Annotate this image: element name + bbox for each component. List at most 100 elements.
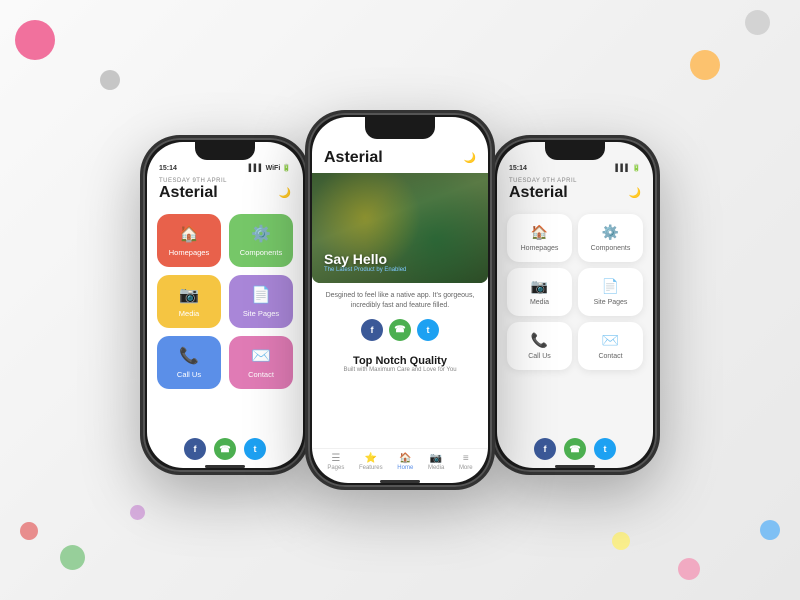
app-title-left: Asterial: [159, 184, 218, 202]
facebook-btn-right[interactable]: f: [534, 438, 556, 460]
callus-label-right: Call Us: [528, 353, 551, 360]
menu-homepages-right[interactable]: 🏠 Homepages: [507, 214, 572, 262]
menu-media-right[interactable]: 📷 Media: [507, 268, 572, 316]
nav-home-icon: 🏠: [399, 453, 411, 464]
status-time-right: 15:14: [509, 165, 527, 172]
battery-icon-right: 🔋: [632, 164, 641, 172]
menu-sitepages[interactable]: 📄 Site Pages: [229, 275, 293, 328]
homepages-label: Homepages: [169, 248, 209, 257]
nav-pages-icon: ☰: [331, 453, 340, 464]
moon-icon-center[interactable]: 🌙: [464, 153, 476, 164]
center-body: Desgined to feel like a native app. It's…: [312, 283, 488, 387]
homepages-icon-right: 🏠: [531, 224, 548, 241]
wifi-icon: WiFi: [266, 165, 281, 172]
twitter-btn-left[interactable]: t: [244, 438, 266, 460]
nav-media[interactable]: 📷 Media: [428, 453, 444, 471]
phone-btn-right[interactable]: ☎: [564, 438, 586, 460]
menu-homepages[interactable]: 🏠 Homepages: [157, 214, 221, 267]
callus-label: Call Us: [177, 370, 201, 379]
title-row-center: Asterial 🌙: [324, 149, 476, 167]
nav-home-label: Home: [397, 465, 413, 471]
moon-icon-right[interactable]: 🌙: [629, 188, 641, 199]
status-icons-left: ▌▌▌ WiFi 🔋: [249, 164, 291, 172]
phone-center: Asterial 🌙 Say Hello The Latest Product …: [305, 110, 495, 490]
nav-features-label: Features: [359, 465, 383, 471]
phone-btn-center[interactable]: ☎: [389, 319, 411, 341]
moon-icon-left[interactable]: 🌙: [279, 188, 291, 199]
phone-right-notch: [545, 142, 605, 160]
top-notch-subtitle: Built with Maximum Care and Love for You: [324, 367, 476, 373]
components-label-right: Components: [591, 245, 631, 252]
phone-center-header: Asterial 🌙: [312, 145, 488, 173]
sitepages-icon: 📄: [251, 285, 271, 305]
menu-contact-right[interactable]: ✉️ Contact: [578, 322, 643, 370]
twitter-btn-right[interactable]: t: [594, 438, 616, 460]
status-icons-right: ▌▌▌ 🔋: [615, 164, 641, 172]
say-hello-subtitle: The Latest Product by Enabled: [324, 267, 406, 273]
facebook-btn-left[interactable]: f: [184, 438, 206, 460]
menu-components[interactable]: ⚙️ Components: [229, 214, 293, 267]
phone-center-screen: Asterial 🌙 Say Hello The Latest Product …: [312, 117, 488, 483]
center-description: Desgined to feel like a native app. It's…: [324, 291, 476, 311]
facebook-btn-center[interactable]: f: [361, 319, 383, 341]
menu-components-right[interactable]: ⚙️ Components: [578, 214, 643, 262]
nav-more[interactable]: ≡ More: [459, 453, 473, 471]
nav-pages-label: Pages: [327, 465, 344, 471]
nav-pages[interactable]: ☰ Pages: [327, 453, 344, 471]
center-social-btns: f ☎ t: [324, 319, 476, 341]
say-hello-title: Say Hello: [324, 251, 406, 267]
app-title-right: Asterial: [509, 184, 568, 202]
menu-grid-left: 🏠 Homepages ⚙️ Components 📷 Media 📄 Site…: [147, 208, 303, 395]
menu-contact[interactable]: ✉️ Contact: [229, 336, 293, 389]
social-bar-right: f ☎ t: [497, 430, 653, 468]
phone-right: 15:14 ▌▌▌ 🔋 TUESDAY 9TH APRIL Asterial 🌙: [490, 135, 660, 475]
home-indicator-right: [555, 465, 595, 468]
sitepages-label: Site Pages: [243, 309, 279, 318]
signal-icon: ▌▌▌: [249, 165, 264, 172]
signal-icon-right: ▌▌▌: [615, 165, 630, 172]
nav-media-icon: 📷: [430, 453, 442, 464]
status-time-left: 15:14: [159, 165, 177, 172]
contact-label-right: Contact: [598, 353, 622, 360]
nav-more-label: More: [459, 465, 473, 471]
battery-icon: 🔋: [282, 164, 291, 172]
phone-left-header: TUESDAY 9TH APRIL Asterial 🌙: [147, 174, 303, 208]
callus-icon-right: 📞: [531, 332, 548, 349]
hero-overlay: Say Hello The Latest Product by Enabled: [324, 251, 406, 273]
top-notch-title: Top Notch Quality: [324, 355, 476, 367]
menu-callus[interactable]: 📞 Call Us: [157, 336, 221, 389]
phone-center-notch: [365, 117, 435, 139]
nav-home[interactable]: 🏠 Home: [397, 453, 413, 471]
media-label-right: Media: [530, 299, 549, 306]
title-row-right: Asterial 🌙: [509, 184, 641, 202]
twitter-btn-center[interactable]: t: [417, 319, 439, 341]
media-label: Media: [179, 309, 199, 318]
menu-media[interactable]: 📷 Media: [157, 275, 221, 328]
phone-btn-left[interactable]: ☎: [214, 438, 236, 460]
bottom-nav-center: ☰ Pages ⭐ Features 🏠 Home 📷 Media: [312, 448, 488, 475]
sitepages-icon-right: 📄: [602, 278, 619, 295]
phones-container: 15:14 ▌▌▌ WiFi 🔋 TUESDAY 9TH APRIL Aster…: [0, 0, 800, 600]
home-indicator-center: [380, 480, 420, 483]
callus-icon: 📞: [179, 346, 199, 366]
menu-grid-right: 🏠 Homepages ⚙️ Components 📷 Media 📄 Site…: [497, 208, 653, 376]
contact-label: Contact: [248, 370, 274, 379]
nav-more-icon: ≡: [463, 453, 469, 464]
sitepages-label-right: Site Pages: [594, 299, 628, 306]
phone-left-screen: 15:14 ▌▌▌ WiFi 🔋 TUESDAY 9TH APRIL Aster…: [147, 142, 303, 468]
components-icon-right: ⚙️: [602, 224, 619, 241]
phone-right-header: TUESDAY 9TH APRIL Asterial 🌙: [497, 174, 653, 208]
components-label: Components: [240, 248, 283, 257]
menu-callus-right[interactable]: 📞 Call Us: [507, 322, 572, 370]
nav-features-icon: ⭐: [365, 453, 377, 464]
nav-features[interactable]: ⭐ Features: [359, 453, 383, 471]
homepages-icon: 🏠: [179, 224, 199, 244]
menu-sitepages-right[interactable]: 📄 Site Pages: [578, 268, 643, 316]
homepages-label-right: Homepages: [521, 245, 559, 252]
media-icon-right: 📷: [531, 278, 548, 295]
media-icon: 📷: [179, 285, 199, 305]
title-row-left: Asterial 🌙: [159, 184, 291, 202]
top-notch-section: Top Notch Quality Built with Maximum Car…: [324, 349, 476, 379]
components-icon: ⚙️: [251, 224, 271, 244]
social-bar-left: f ☎ t: [147, 430, 303, 468]
